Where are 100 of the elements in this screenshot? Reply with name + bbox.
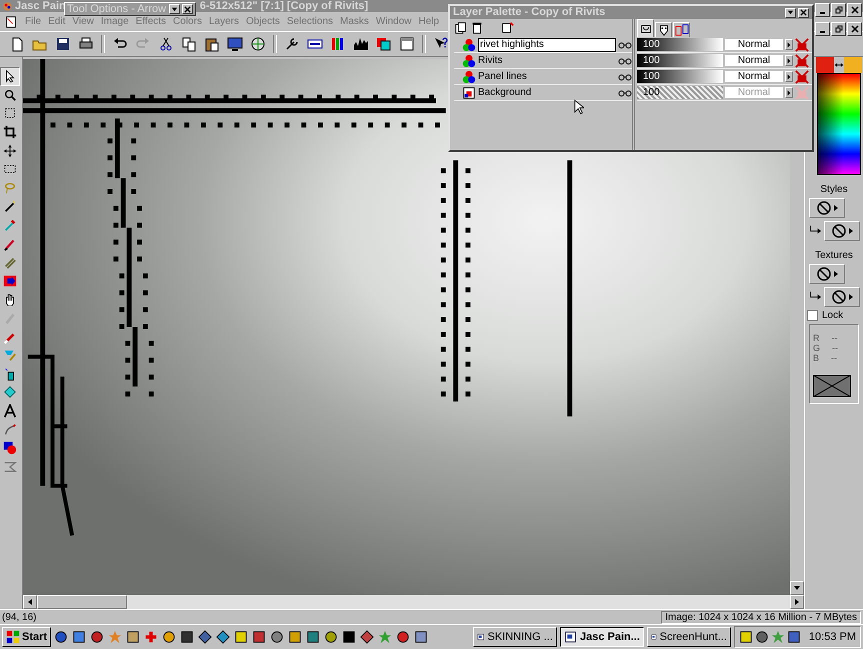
color-spectrum[interactable]	[817, 73, 861, 175]
round-app-icon[interactable]	[162, 630, 176, 644]
square-app-icon[interactable]	[786, 630, 801, 644]
image-layer-icon	[462, 86, 476, 100]
round-app-icon[interactable]	[754, 630, 769, 644]
round-app-icon[interactable]	[270, 630, 284, 644]
restore-icon	[834, 6, 842, 14]
monitor-icon[interactable]	[227, 36, 243, 52]
cursor-position: (94, 16)	[2, 612, 36, 622]
style-button[interactable]	[824, 287, 860, 307]
glasses-icon[interactable]	[618, 56, 632, 64]
overlapping-squares-icon[interactable]	[376, 36, 392, 52]
square-app-icon[interactable]	[288, 630, 302, 644]
glasses-icon[interactable]	[618, 88, 632, 96]
square-app-icon[interactable]	[72, 630, 86, 644]
lock-label: Lock	[822, 310, 844, 321]
channel-value: --	[832, 333, 838, 343]
document-icon[interactable]	[4, 14, 18, 28]
wrench-icon[interactable]	[284, 36, 300, 52]
close-button[interactable]	[182, 4, 193, 14]
color-dots-icon	[462, 70, 476, 84]
window-title: 6-512x512" [7:1] [Copy of Rivits]	[200, 0, 368, 12]
round-app-icon[interactable]	[54, 630, 68, 644]
scroll-down-button[interactable]	[790, 581, 804, 595]
background-color-swatch[interactable]	[844, 57, 862, 73]
square-app-icon[interactable]	[234, 630, 248, 644]
foreground-color-swatch[interactable]	[816, 57, 834, 73]
histogram-icon[interactable]	[353, 36, 369, 52]
palette-tab[interactable]	[673, 22, 690, 37]
layer-name[interactable]: Panel lines	[478, 71, 616, 82]
square-app-icon[interactable]	[126, 630, 140, 644]
dropdown-button[interactable]	[785, 71, 793, 82]
scroll-right-button[interactable]	[790, 595, 804, 609]
square-app-icon[interactable]	[414, 630, 428, 644]
taskbar-task[interactable]: Jasc Pain...	[560, 627, 644, 647]
dock-button[interactable]	[169, 4, 180, 14]
clock: 10:53 PM	[808, 631, 856, 643]
glasses-icon[interactable]	[618, 72, 632, 80]
round-app-icon[interactable]	[90, 630, 104, 644]
start-button[interactable]: Start	[2, 627, 52, 647]
close-button[interactable]	[847, 22, 862, 36]
diamond-app-icon[interactable]	[360, 630, 374, 644]
opacity-slider[interactable]: 100	[637, 54, 723, 67]
style-button[interactable]	[809, 198, 845, 218]
right-triangle-icon	[787, 42, 791, 48]
color-bars-icon[interactable]	[330, 36, 346, 52]
clipboard-icon[interactable]	[204, 36, 220, 52]
close-button[interactable]	[798, 8, 809, 18]
round-app-icon[interactable]	[396, 630, 410, 644]
star-app-icon[interactable]	[378, 630, 392, 644]
window-app-icon	[564, 630, 577, 644]
taskbar-task[interactable]: SKINNING ...	[472, 627, 557, 647]
pen-icon	[3, 422, 17, 437]
empty-color-preview	[813, 375, 851, 397]
taskbar-task[interactable]: ScreenHunt...	[646, 627, 731, 647]
lock-checkbox[interactable]	[807, 310, 818, 321]
scissors-icon[interactable]	[158, 36, 174, 52]
restore-button[interactable]	[831, 3, 846, 17]
minimize-button[interactable]	[815, 3, 830, 17]
window-icon[interactable]	[399, 36, 415, 52]
pointer-tool[interactable]	[0, 67, 20, 86]
close-button[interactable]	[847, 3, 862, 17]
scroll-thumb[interactable]	[37, 595, 127, 609]
square-app-icon[interactable]	[306, 630, 320, 644]
copy-icon[interactable]	[181, 36, 197, 52]
blend-mode-dropdown[interactable]: Normal	[725, 71, 783, 82]
scroll-left-button[interactable]	[23, 595, 37, 609]
channel-value: --	[832, 343, 838, 353]
glasses-icon[interactable]	[618, 40, 632, 48]
hand-icon	[3, 292, 17, 306]
restore-button[interactable]	[831, 22, 846, 36]
color-dots-icon	[462, 38, 476, 52]
style-button[interactable]	[824, 221, 860, 241]
right-triangle-icon	[793, 598, 801, 606]
trash-icon[interactable]	[470, 21, 484, 35]
star-app-icon[interactable]	[108, 630, 122, 644]
palette-tab[interactable]	[637, 19, 654, 37]
palette-tab[interactable]	[655, 22, 672, 37]
minimize-button[interactable]	[815, 22, 830, 36]
restore-icon	[834, 25, 842, 33]
mask-edit-icon[interactable]	[500, 21, 514, 35]
layer-name-field[interactable]: rivet highlights	[478, 38, 616, 52]
blend-mode-dropdown[interactable]: Normal	[725, 55, 783, 66]
diamond-app-icon[interactable]	[198, 630, 212, 644]
square-app-icon[interactable]	[180, 630, 194, 644]
layer-name[interactable]: Rivits	[478, 55, 616, 66]
star-app-icon[interactable]	[770, 630, 785, 644]
square-app-icon[interactable]	[252, 630, 266, 644]
blend-mode-dropdown[interactable]: Normal	[725, 39, 783, 50]
style-button[interactable]	[809, 264, 845, 284]
opacity-slider[interactable]: 100	[637, 70, 723, 83]
round-app-icon[interactable]	[324, 630, 338, 644]
dropdown-button[interactable]	[785, 39, 793, 50]
square-app-icon[interactable]	[342, 630, 356, 644]
dropdown-button[interactable]	[785, 55, 793, 66]
new-layer-icon[interactable]	[454, 21, 468, 35]
dock-button[interactable]	[785, 8, 796, 18]
square-app-icon[interactable]	[738, 630, 753, 644]
diamond-app-icon[interactable]	[216, 630, 230, 644]
opacity-slider[interactable]: 100	[637, 38, 723, 51]
